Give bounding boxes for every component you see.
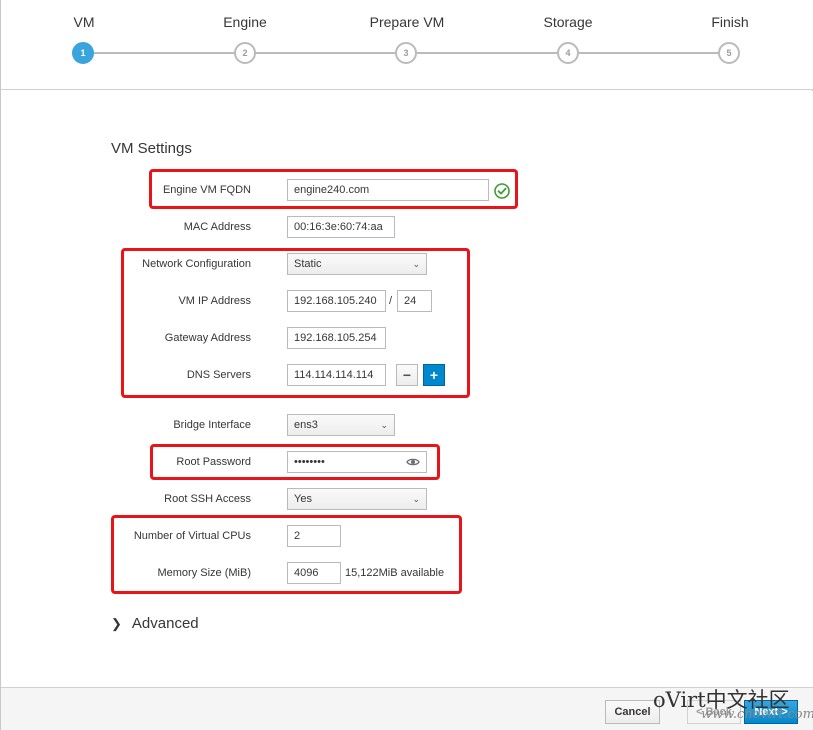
memory-input[interactable]: 4096 <box>287 562 341 584</box>
step-label-prepare-vm[interactable]: Prepare VM <box>370 14 445 30</box>
remove-dns-button[interactable]: − <box>396 364 418 386</box>
vm-ip-input[interactable]: 192.168.105.240 <box>287 290 386 312</box>
chevron-down-icon: ⌄ <box>412 258 420 269</box>
root-password-value: •••••••• <box>294 456 325 468</box>
root-ssh-select[interactable]: Yes ⌄ <box>287 488 427 510</box>
mac-address-input[interactable]: 00:16:3e:60:74:aa <box>287 216 395 238</box>
step-circle-1[interactable]: 1 <box>72 42 94 64</box>
network-config-value: Static <box>294 258 322 270</box>
vm-ip-label: VM IP Address <box>178 295 251 307</box>
step-circle-2[interactable]: 2 <box>234 42 256 64</box>
wizard-steps: VM Engine Prepare VM Storage Finish 1 2 … <box>1 0 813 90</box>
chevron-down-icon: ⌄ <box>380 419 388 430</box>
gateway-label: Gateway Address <box>164 332 251 344</box>
memory-available-text: 15,122MiB available <box>345 567 445 579</box>
gateway-input[interactable]: 192.168.105.254 <box>287 327 386 349</box>
advanced-toggle[interactable]: ❯ Advanced <box>111 615 199 632</box>
vcpus-input[interactable]: 2 <box>287 525 341 547</box>
root-password-label: Root Password <box>176 456 251 468</box>
watermark-url: www.cnovirt.com <box>701 707 813 722</box>
wizard-window: VM Engine Prepare VM Storage Finish 1 2 … <box>0 0 813 730</box>
engine-fqdn-input[interactable]: engine240.com <box>287 179 489 201</box>
add-dns-button[interactable]: + <box>423 364 445 386</box>
step-label-engine[interactable]: Engine <box>223 14 267 30</box>
eye-icon[interactable] <box>406 457 420 467</box>
ip-prefix-separator: / <box>389 295 393 307</box>
ip-prefix-input[interactable]: 24 <box>397 290 432 312</box>
network-config-select[interactable]: Static ⌄ <box>287 253 427 275</box>
bridge-value: ens3 <box>294 419 318 431</box>
root-password-input[interactable]: •••••••• <box>287 451 427 473</box>
check-circle-icon <box>494 183 510 199</box>
cancel-button[interactable]: Cancel <box>605 700 660 724</box>
step-label-storage[interactable]: Storage <box>543 14 592 30</box>
chevron-right-icon: ❯ <box>111 615 122 631</box>
bridge-label: Bridge Interface <box>173 419 251 431</box>
step-circle-3[interactable]: 3 <box>395 42 417 64</box>
network-config-label: Network Configuration <box>142 258 251 270</box>
step-label-vm[interactable]: VM <box>74 14 95 30</box>
step-label-finish[interactable]: Finish <box>711 14 748 30</box>
vcpus-label: Number of Virtual CPUs <box>133 530 251 542</box>
mac-address-label: MAC Address <box>183 221 251 233</box>
chevron-down-icon: ⌄ <box>412 493 420 504</box>
dns-input[interactable]: 114.114.114.114 <box>287 364 386 386</box>
section-title: VM Settings <box>111 140 192 157</box>
advanced-label: Advanced <box>131 615 199 632</box>
engine-fqdn-label: Engine VM FQDN <box>162 184 251 196</box>
step-circle-4[interactable]: 4 <box>557 42 579 64</box>
root-ssh-label: Root SSH Access <box>164 493 251 505</box>
root-ssh-value: Yes <box>294 493 312 505</box>
step-circle-5[interactable]: 5 <box>718 42 740 64</box>
dns-label: DNS Servers <box>186 369 251 381</box>
bridge-select[interactable]: ens3 ⌄ <box>287 414 395 436</box>
memory-label: Memory Size (MiB) <box>157 567 251 579</box>
